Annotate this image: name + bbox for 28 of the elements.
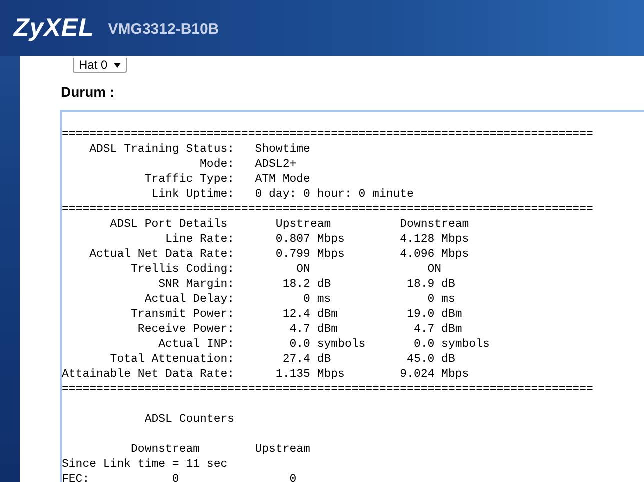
- status-line: Trellis Coding: ON ON: [130, 262, 442, 277]
- status-line: Receive Power: 4.7 dBm 4.7 dBm: [136, 322, 462, 337]
- status-text-area[interactable]: [60, 110, 644, 482]
- status-line: SNR Margin: 18.2 dB 18.9 dB: [158, 277, 456, 292]
- status-line: Downstream Upstream: [130, 442, 310, 457]
- line-select[interactable]: Hat 0: [73, 58, 127, 73]
- status-line: ADSL Counters: [144, 412, 235, 427]
- status-line: Attainable Net Data Rate: 1.135 Mbps 9.024 Mbps: [62, 367, 470, 382]
- caret-icon: [114, 62, 121, 68]
- status-line: =============================================================================: [62, 202, 594, 217]
- status-line: Link Uptime: 0 day: 0 hour: 0 minute: [150, 187, 414, 202]
- status-line: Actual Net Data Rate: 0.799 Mbps 4.096 Mbps: [88, 247, 470, 262]
- status-line: ADSL Port Details Upstream Downstream: [109, 217, 470, 232]
- status-line: Mode: ADSL2+: [199, 157, 297, 172]
- brand-logo: ZyXEL: [14, 14, 94, 42]
- status-line: =============================================================================: [62, 127, 594, 142]
- status-line: Since Link time = 11 sec: [62, 457, 228, 472]
- status-line: Actual INP: 0.0 symbols 0.0 symbols: [158, 337, 490, 352]
- status-line: Total Attenuation: 27.4 dB 45.0 dB: [109, 352, 456, 367]
- status-line: Actual Delay: 0 ms 0 ms: [144, 292, 456, 307]
- status-line: ADSL Training Status: Showtime: [88, 142, 310, 157]
- model-name: VMG3312-B10B: [108, 20, 220, 38]
- status-label: Durum :: [61, 84, 116, 102]
- status-line: Traffic Type: ATM Mode: [144, 172, 310, 187]
- status-line: =============================================================================: [62, 382, 594, 397]
- status-line: Line Rate: 0.807 Mbps 4.128 Mbps: [164, 232, 470, 247]
- status-line: Transmit Power: 12.4 dBm 19.0 dBm: [130, 307, 462, 322]
- status-line: FEC: 0 0: [62, 472, 297, 482]
